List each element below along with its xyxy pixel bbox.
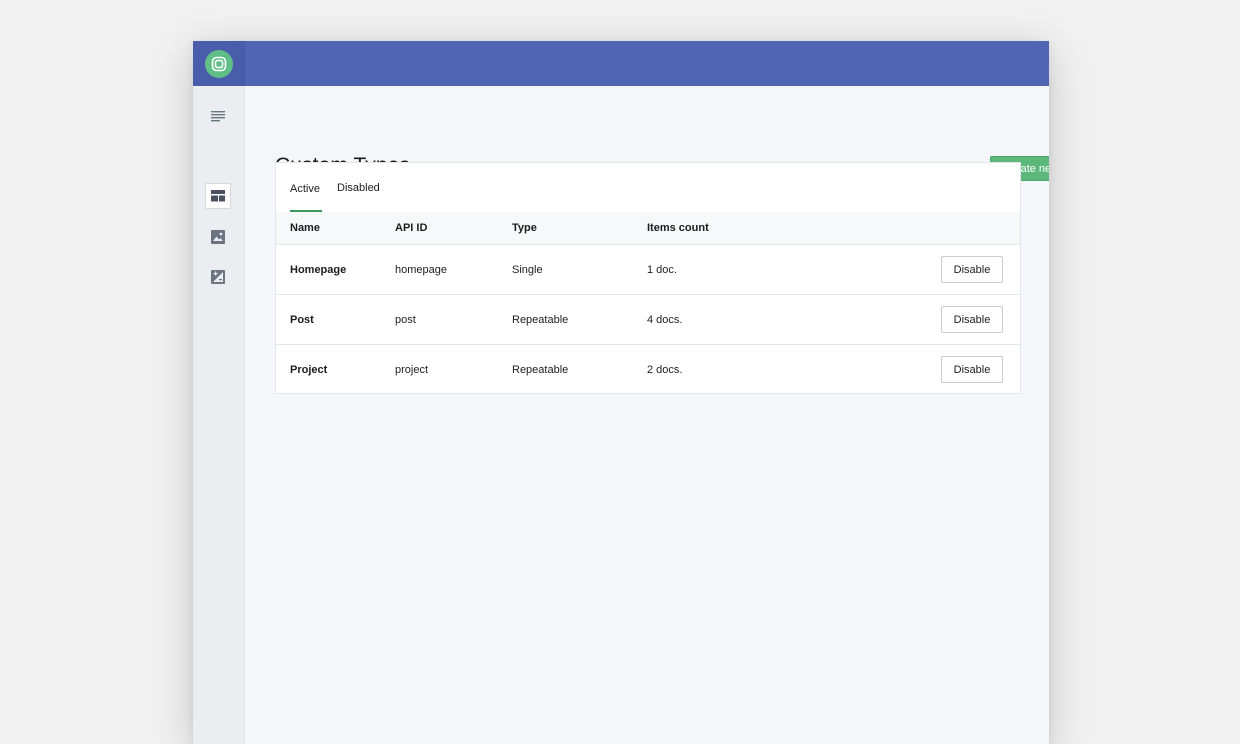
row-name[interactable]: Post [290, 313, 314, 327]
disable-button[interactable]: Disable [941, 306, 1003, 333]
table-header: Name API ID Type Items count [276, 212, 1020, 245]
table-row: Project project Repeatable 2 docs. Disab… [276, 345, 1020, 395]
column-header-api-id: API ID [395, 222, 428, 234]
row-items-count: 2 docs. [647, 364, 683, 376]
app-window: Custom Types Create new Active Disabled … [193, 41, 1049, 744]
disable-button[interactable]: Disable [941, 256, 1003, 283]
sidebar [193, 86, 245, 744]
disable-button[interactable]: Disable [941, 356, 1003, 383]
sidebar-item-media[interactable] [205, 224, 231, 250]
row-items-count: 1 doc. [647, 264, 677, 276]
column-header-name: Name [290, 222, 320, 234]
row-api-id: project [395, 364, 429, 376]
row-api-id: post [395, 314, 416, 326]
tab-bar: Active Disabled [276, 163, 1020, 212]
sidebar-item-documents[interactable] [205, 103, 231, 129]
table-row: Post post Repeatable 4 docs. Disable [276, 295, 1020, 345]
sidebar-item-slices[interactable] [205, 264, 231, 290]
row-name[interactable]: Project [290, 363, 327, 377]
table-layout-icon [211, 190, 225, 202]
tab-active[interactable]: Active [290, 182, 320, 196]
row-type: Repeatable [512, 364, 569, 376]
row-api-id: homepage [395, 264, 447, 276]
table-row: Homepage homepage Single 1 doc. Disable [276, 245, 1020, 295]
sidebar-item-custom-types[interactable] [205, 183, 231, 209]
tab-disabled[interactable]: Disabled [337, 181, 380, 195]
row-type: Repeatable [512, 314, 569, 326]
row-name[interactable]: Homepage [290, 263, 346, 277]
row-type: Single [512, 264, 543, 276]
image-edit-icon [211, 270, 225, 284]
custom-types-card: Active Disabled Name API ID Type Items c… [275, 162, 1021, 394]
logo-button[interactable] [193, 41, 245, 86]
list-lines-icon [211, 111, 225, 122]
prismic-logo-icon [205, 49, 233, 78]
image-icon [211, 230, 225, 244]
top-bar [193, 41, 1049, 86]
row-items-count: 4 docs. [647, 314, 683, 326]
column-header-type: Type [512, 222, 537, 234]
column-header-items-count: Items count [647, 222, 709, 234]
